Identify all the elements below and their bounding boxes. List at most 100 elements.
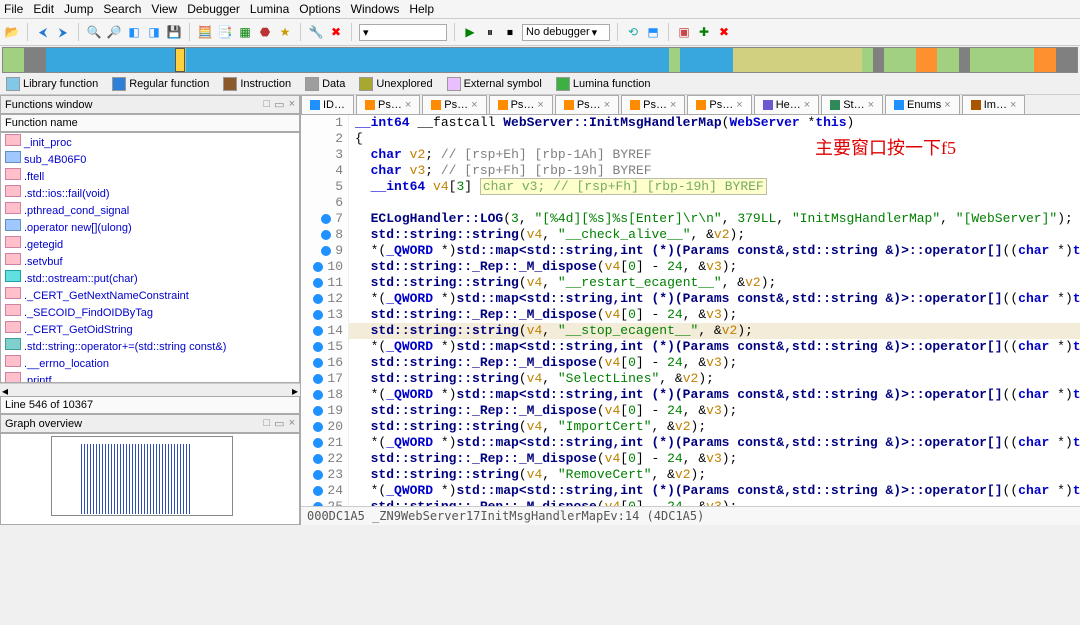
search-drop[interactable]: ▾: [359, 24, 447, 41]
code-line[interactable]: 10 std::string::_Rep::_M_dispose(v4[0] -…: [301, 259, 1080, 275]
code-line[interactable]: 22 std::string::_Rep::_M_dispose(v4[0] -…: [301, 451, 1080, 467]
code-line[interactable]: 18 *(_QWORD *)std::map<std::string,int (…: [301, 387, 1080, 403]
code-line[interactable]: 23 std::string::string(v4, "RemoveCert",…: [301, 467, 1080, 483]
code-line[interactable]: 12 *(_QWORD *)std::map<std::string,int (…: [301, 291, 1080, 307]
tool-icon[interactable]: 📑: [217, 24, 233, 40]
gutter[interactable]: 16: [301, 355, 349, 371]
close-icon[interactable]: ×: [471, 99, 477, 111]
gutter[interactable]: 12: [301, 291, 349, 307]
function-item[interactable]: _init_proc: [1, 133, 299, 150]
code-line[interactable]: 17 std::string::string(v4, "SelectLines"…: [301, 371, 1080, 387]
function-item[interactable]: .printf: [1, 371, 299, 383]
function-col-header[interactable]: Function name: [0, 114, 300, 132]
menu-debugger[interactable]: Debugger: [187, 2, 240, 16]
code-line[interactable]: 20 std::string::string(v4, "ImportCert",…: [301, 419, 1080, 435]
function-item[interactable]: .std::ostream::put(char): [1, 269, 299, 286]
close-icon[interactable]: ×: [405, 99, 411, 111]
menu-file[interactable]: File: [4, 2, 23, 16]
menu-bar[interactable]: FileEditJumpSearchViewDebuggerLuminaOpti…: [0, 0, 1080, 19]
code-line[interactable]: 16 std::string::_Rep::_M_dispose(v4[0] -…: [301, 355, 1080, 371]
tab-Ps…[interactable]: Ps… ×: [687, 95, 751, 114]
functions-window-title[interactable]: Functions window □ ▭ ×: [0, 95, 300, 114]
gutter[interactable]: 1: [301, 115, 349, 131]
code-line[interactable]: 15 *(_QWORD *)std::map<std::string,int (…: [301, 339, 1080, 355]
close-icon[interactable]: ×: [1010, 99, 1016, 111]
graph-overview[interactable]: [0, 433, 300, 525]
code-line[interactable]: 25 std::string::_Rep::_M_dispose(v4[0] -…: [301, 499, 1080, 506]
menu-help[interactable]: Help: [409, 2, 434, 16]
close-icon[interactable]: ✖: [328, 24, 344, 40]
gutter[interactable]: 25: [301, 499, 349, 506]
close-icon[interactable]: ✖: [716, 24, 732, 40]
minimize-icon[interactable]: □: [264, 417, 271, 430]
debugger-select[interactable]: No debugger ▾: [522, 24, 610, 41]
tool-icon[interactable]: ⬒: [645, 24, 661, 40]
tool-icon[interactable]: 🧮: [197, 24, 213, 40]
tab-St…[interactable]: St… ×: [821, 95, 883, 114]
tab-Ps…[interactable]: Ps… ×: [356, 95, 420, 114]
pause-icon[interactable]: ⏸: [482, 24, 498, 40]
tool-icon[interactable]: ⟲: [625, 24, 641, 40]
menu-options[interactable]: Options: [299, 2, 340, 16]
code-line[interactable]: 2 {: [301, 131, 1080, 147]
tool-icon[interactable]: 🔎: [106, 24, 122, 40]
gutter[interactable]: 11: [301, 275, 349, 291]
menu-view[interactable]: View: [151, 2, 177, 16]
code-line[interactable]: 14 std::string::string(v4, "__stop_ecage…: [301, 323, 1080, 339]
code-line[interactable]: 19 std::string::_Rep::_M_dispose(v4[0] -…: [301, 403, 1080, 419]
tab-strip[interactable]: ID… Ps… × Ps… × Ps… × Ps… × Ps… × Ps… × …: [301, 95, 1080, 115]
function-item[interactable]: .__errno_location: [1, 354, 299, 371]
function-item[interactable]: .ftell: [1, 167, 299, 184]
function-item[interactable]: .operator new[](ulong): [1, 218, 299, 235]
close-icon[interactable]: ×: [804, 99, 810, 111]
gutter[interactable]: 8: [301, 227, 349, 243]
code-line[interactable]: 21 *(_QWORD *)std::map<std::string,int (…: [301, 435, 1080, 451]
gutter[interactable]: 9: [301, 243, 349, 259]
function-item[interactable]: .setvbuf: [1, 252, 299, 269]
gutter[interactable]: 18: [301, 387, 349, 403]
gutter[interactable]: 22: [301, 451, 349, 467]
gutter[interactable]: 2: [301, 131, 349, 147]
code-line[interactable]: 8 std::string::string(v4, "__check_alive…: [301, 227, 1080, 243]
gutter[interactable]: 5: [301, 179, 349, 195]
func-scrollbar[interactable]: ◂▸: [0, 383, 300, 396]
close-icon[interactable]: ×: [736, 99, 742, 111]
tool-icon[interactable]: 🔧: [308, 24, 324, 40]
gutter[interactable]: 4: [301, 163, 349, 179]
code-line[interactable]: 1 __int64 __fastcall WebServer::InitMsgH…: [301, 115, 1080, 131]
close-icon[interactable]: ×: [289, 98, 295, 111]
function-item[interactable]: .std::string::operator+=(std::string con…: [1, 337, 299, 354]
close-icon[interactable]: ×: [289, 417, 295, 430]
code-line[interactable]: 11 std::string::string(v4, "__restart_ec…: [301, 275, 1080, 291]
graph-overview-title[interactable]: Graph overview □ ▭ ×: [0, 414, 300, 433]
code-line[interactable]: 5 __int64 v4[3] char v3; // [rsp+Fh] [rb…: [301, 179, 1080, 195]
menu-search[interactable]: Search: [103, 2, 141, 16]
function-item[interactable]: .getegid: [1, 235, 299, 252]
tool-icon[interactable]: ▦: [237, 24, 253, 40]
code-line[interactable]: 3 char v2; // [rsp+Eh] [rbp-1Ah] BYREF: [301, 147, 1080, 163]
menu-edit[interactable]: Edit: [33, 2, 54, 16]
gutter[interactable]: 19: [301, 403, 349, 419]
tab-ID…[interactable]: ID…: [301, 95, 354, 114]
tool-icon[interactable]: 🔍: [86, 24, 102, 40]
close-icon[interactable]: ×: [944, 99, 950, 111]
gutter[interactable]: 23: [301, 467, 349, 483]
gutter[interactable]: 24: [301, 483, 349, 499]
close-icon[interactable]: ×: [604, 99, 610, 111]
tool-icon[interactable]: ★: [277, 24, 293, 40]
tab-Ps…[interactable]: Ps… ×: [621, 95, 685, 114]
gutter[interactable]: 7: [301, 211, 349, 227]
gutter[interactable]: 14: [301, 323, 349, 339]
float-icon[interactable]: ▭: [274, 98, 284, 111]
gutter[interactable]: 20: [301, 419, 349, 435]
close-icon[interactable]: ×: [868, 99, 874, 111]
stop-icon[interactable]: ⏹: [502, 24, 518, 40]
gutter[interactable]: 17: [301, 371, 349, 387]
run-icon[interactable]: ▶: [462, 24, 478, 40]
gutter[interactable]: 15: [301, 339, 349, 355]
nav-position-marker[interactable]: [175, 48, 185, 72]
code-line[interactable]: 7 ECLogHandler::LOG(3, "[%4d][%s]%s[Ente…: [301, 211, 1080, 227]
tab-He…[interactable]: He… ×: [754, 95, 820, 114]
tool-icon[interactable]: ◨: [146, 24, 162, 40]
save-icon[interactable]: 💾: [166, 24, 182, 40]
